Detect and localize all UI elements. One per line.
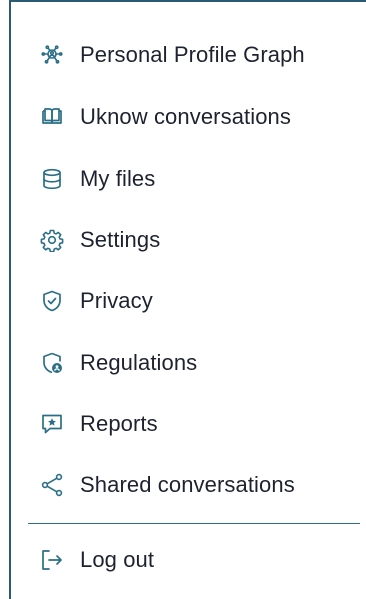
share-icon [40, 473, 64, 497]
book-icon [40, 105, 64, 129]
menu-item-label: Shared conversations [80, 472, 295, 497]
menu-item-label: Reports [80, 411, 158, 436]
user-menu: Personal Profile Graph Uknow conversatio… [0, 0, 366, 599]
menu-item-settings[interactable]: Settings [40, 218, 160, 262]
menu-item-label: Personal Profile Graph [80, 42, 305, 67]
logout-label: Log out [80, 547, 155, 572]
menu-item-reports[interactable]: Reports [40, 402, 158, 446]
database-icon [40, 167, 64, 191]
menu-item-label: My files [80, 166, 156, 191]
menu-item-privacy[interactable]: Privacy [40, 279, 153, 323]
shield-check-icon [40, 289, 64, 313]
menu-item-label: Regulations [80, 350, 198, 375]
menu-item-personal-profile-graph[interactable]: Personal Profile Graph [40, 33, 305, 77]
menu-item-uknow-conversations[interactable]: Uknow conversations [40, 95, 291, 139]
gear-icon [40, 228, 64, 252]
profile-graph-icon [40, 43, 64, 67]
menu-item-label: Privacy [80, 288, 153, 313]
menu-divider [28, 523, 360, 524]
star-comment-icon [40, 412, 64, 436]
menu-item-label: Settings [80, 227, 161, 252]
menu-item-label: Uknow conversations [80, 104, 291, 129]
shield-user-icon [40, 351, 64, 375]
menu-item-regulations[interactable]: Regulations [40, 341, 197, 385]
logout-button[interactable]: Log out [40, 538, 154, 582]
logout-icon [40, 548, 64, 572]
menu-item-shared-conversations[interactable]: Shared conversations [40, 463, 295, 507]
menu-item-my-files[interactable]: My files [40, 157, 155, 201]
